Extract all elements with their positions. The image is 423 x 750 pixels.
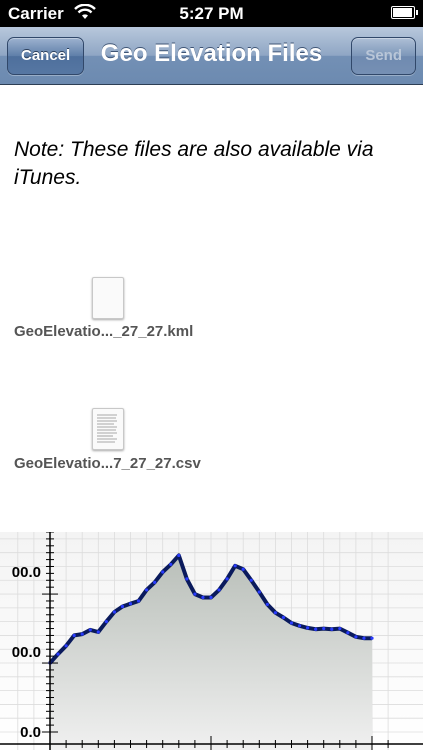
data-point [209, 595, 213, 600]
data-point [56, 652, 60, 656]
data-point [354, 635, 358, 639]
data-point [201, 595, 205, 600]
data-point [177, 553, 181, 558]
y-tick-label: 00.0 [12, 564, 41, 581]
data-point [112, 610, 116, 614]
data-point [265, 602, 269, 607]
data-point [346, 631, 350, 635]
data-point [217, 588, 221, 592]
data-point [273, 611, 277, 615]
data-point [257, 590, 261, 594]
data-point [145, 588, 149, 592]
itunes-note: Note: These files are also available via… [14, 138, 374, 189]
file-name-kml: GeoElevatio..._27_27.kml [14, 323, 194, 340]
data-point [306, 626, 310, 630]
text-document-icon[interactable] [92, 408, 124, 450]
data-point [362, 636, 366, 640]
data-point [225, 577, 229, 581]
data-point [249, 578, 253, 582]
data-point [314, 627, 318, 631]
data-point [120, 604, 125, 609]
document-icon[interactable] [92, 277, 124, 319]
clock-label: 5:27 PM [179, 4, 244, 23]
data-point [104, 620, 108, 624]
data-point [338, 626, 342, 631]
elevation-chart-svg: 0.000.000.00.05000.010000.0 [0, 532, 423, 750]
file-name-csv: GeoElevatio...7_27_27.csv [14, 455, 201, 472]
battery-icon [391, 6, 418, 19]
data-point [153, 580, 157, 584]
data-point [72, 633, 76, 638]
data-point [136, 599, 141, 603]
elevation-chart: 0.000.000.00.05000.010000.0 [0, 532, 423, 750]
data-point [281, 615, 286, 620]
data-point [289, 621, 294, 625]
send-button[interactable]: Send [351, 37, 416, 75]
status-bar: Carrier 5:27 PM [0, 0, 423, 27]
data-point [297, 624, 302, 628]
data-point [80, 632, 84, 636]
data-point [370, 636, 374, 640]
data-point [233, 564, 237, 568]
data-point [64, 644, 68, 648]
data-point [322, 626, 326, 631]
data-point [330, 627, 334, 631]
data-point [241, 567, 245, 571]
data-point [169, 562, 173, 567]
data-point [185, 577, 189, 581]
navigation-bar: Cancel Geo Elevation Files Send [0, 27, 423, 85]
data-point [88, 628, 92, 632]
y-tick-label: 00.0 [12, 644, 41, 661]
y-tick-label: 0.0 [20, 724, 41, 741]
data-point [128, 602, 133, 606]
data-point [161, 570, 165, 574]
data-point [96, 630, 100, 634]
data-point [193, 592, 197, 596]
